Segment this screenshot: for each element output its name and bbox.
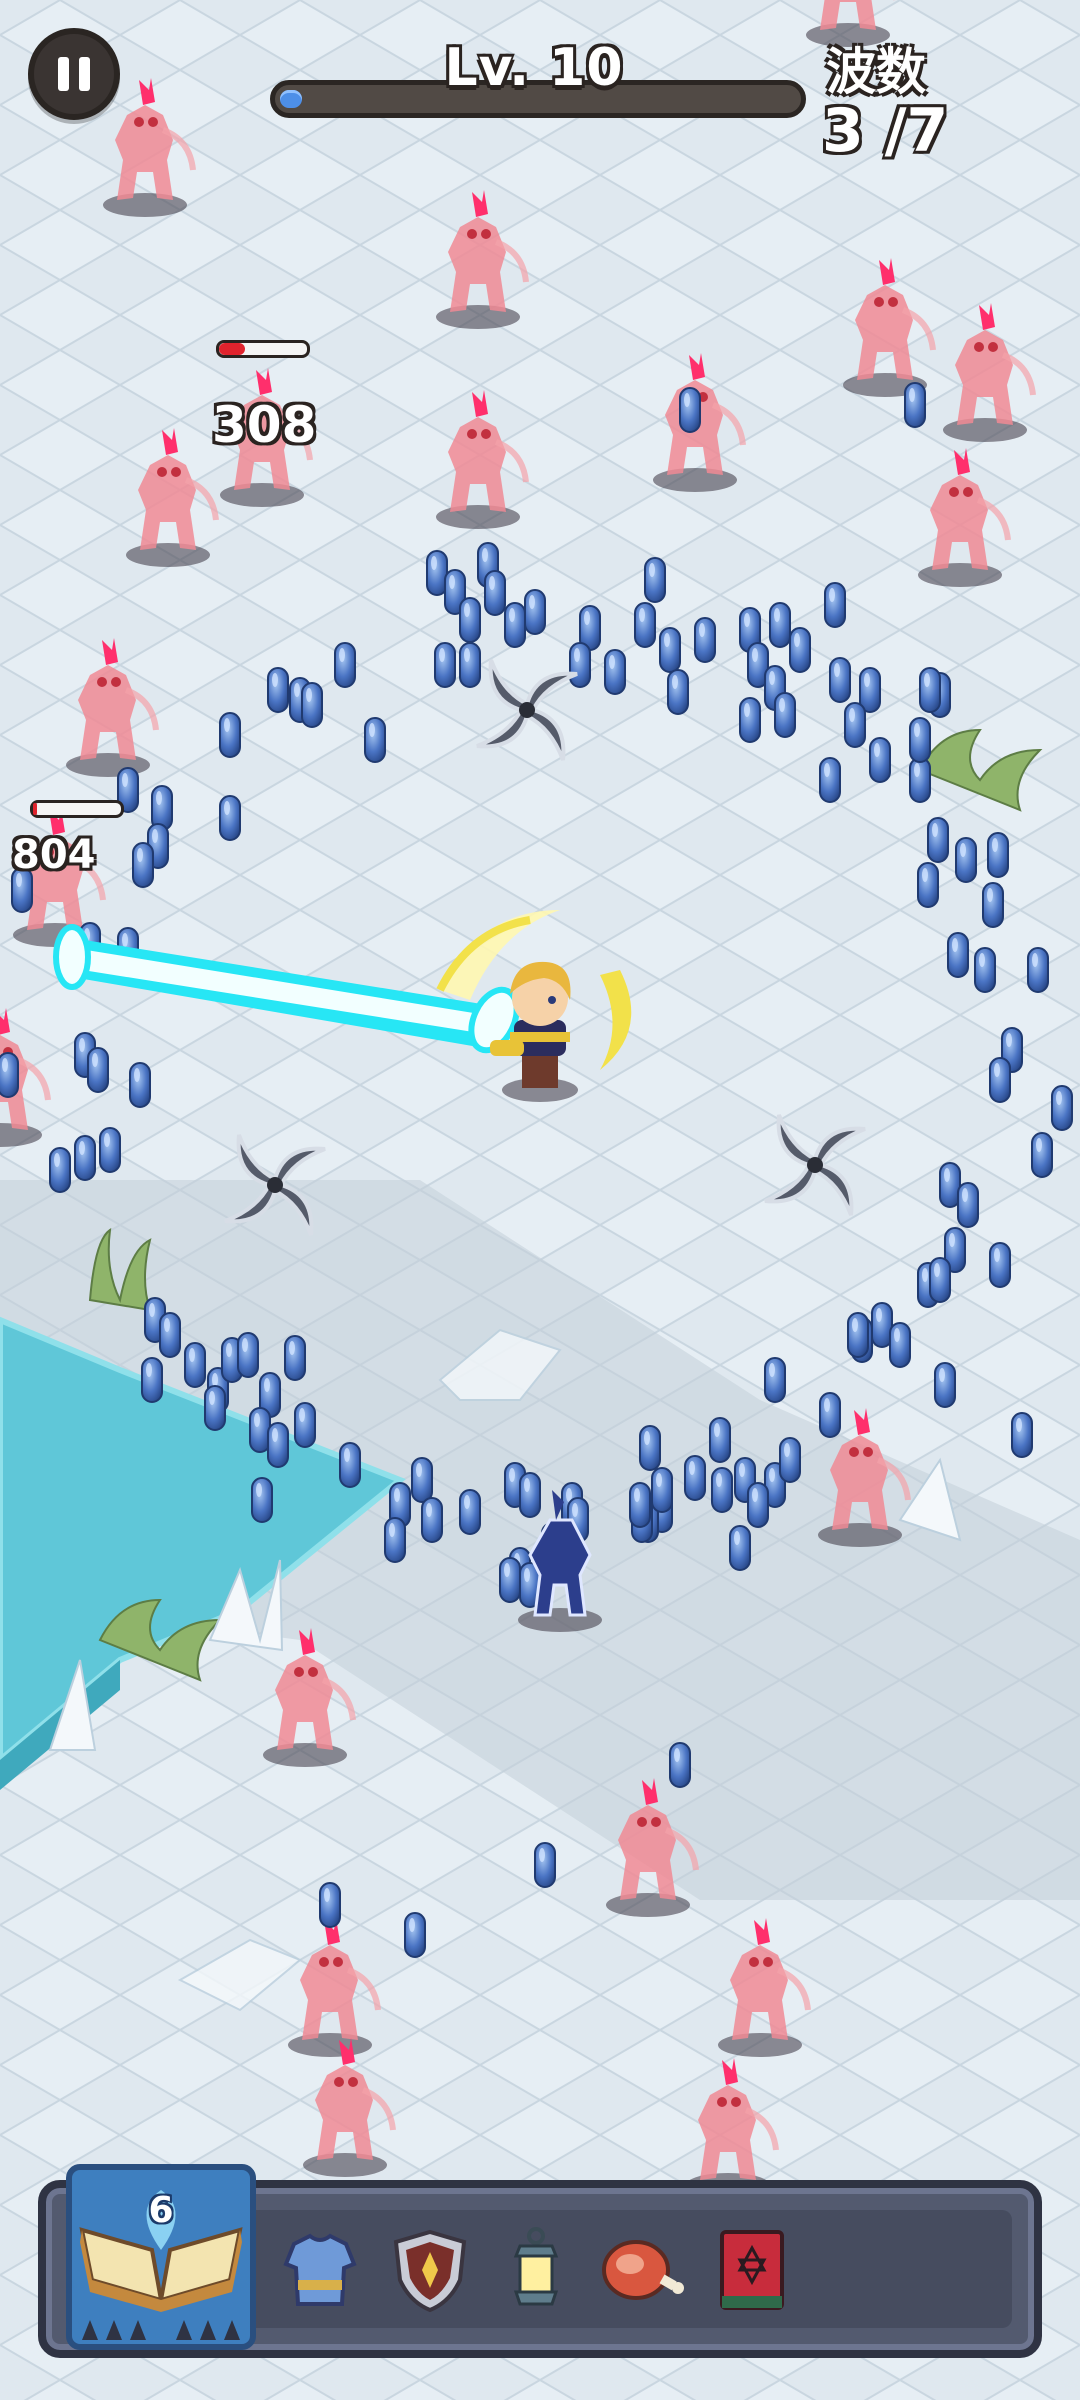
enemy-hp-fill [33, 803, 38, 815]
skill-slot-meat[interactable] [596, 2224, 688, 2316]
game-stage[interactable]: 308 804 Lv. 10 波数 3 /7 6 [0, 0, 1080, 2400]
enemy-hp-bar [30, 800, 124, 818]
red-tome-icon [720, 2230, 784, 2310]
skill-slot-shield[interactable] [384, 2224, 476, 2316]
meat-icon [602, 2240, 684, 2300]
main-skill-slot[interactable]: 6 [66, 2164, 256, 2350]
enemy-hp-fill [219, 343, 246, 355]
skill-slot-tome[interactable] [708, 2224, 800, 2316]
armor-icon [283, 2233, 357, 2306]
damage-number: 804 [12, 832, 96, 878]
enemy-hp-bar [216, 340, 310, 358]
skill-slot-lantern[interactable] [490, 2224, 582, 2316]
level-label: Lv. 10 [444, 38, 624, 98]
wave-counter: 3 /7 [822, 96, 949, 166]
skill-slot-armor[interactable] [274, 2224, 366, 2316]
battlefield [0, 0, 1080, 2400]
wave-title: 波数 [826, 43, 926, 101]
damage-number: 308 [212, 396, 317, 454]
lantern-icon [513, 2227, 559, 2306]
main-skill-level: 6 [148, 2190, 174, 2231]
shield-icon [393, 2229, 467, 2313]
